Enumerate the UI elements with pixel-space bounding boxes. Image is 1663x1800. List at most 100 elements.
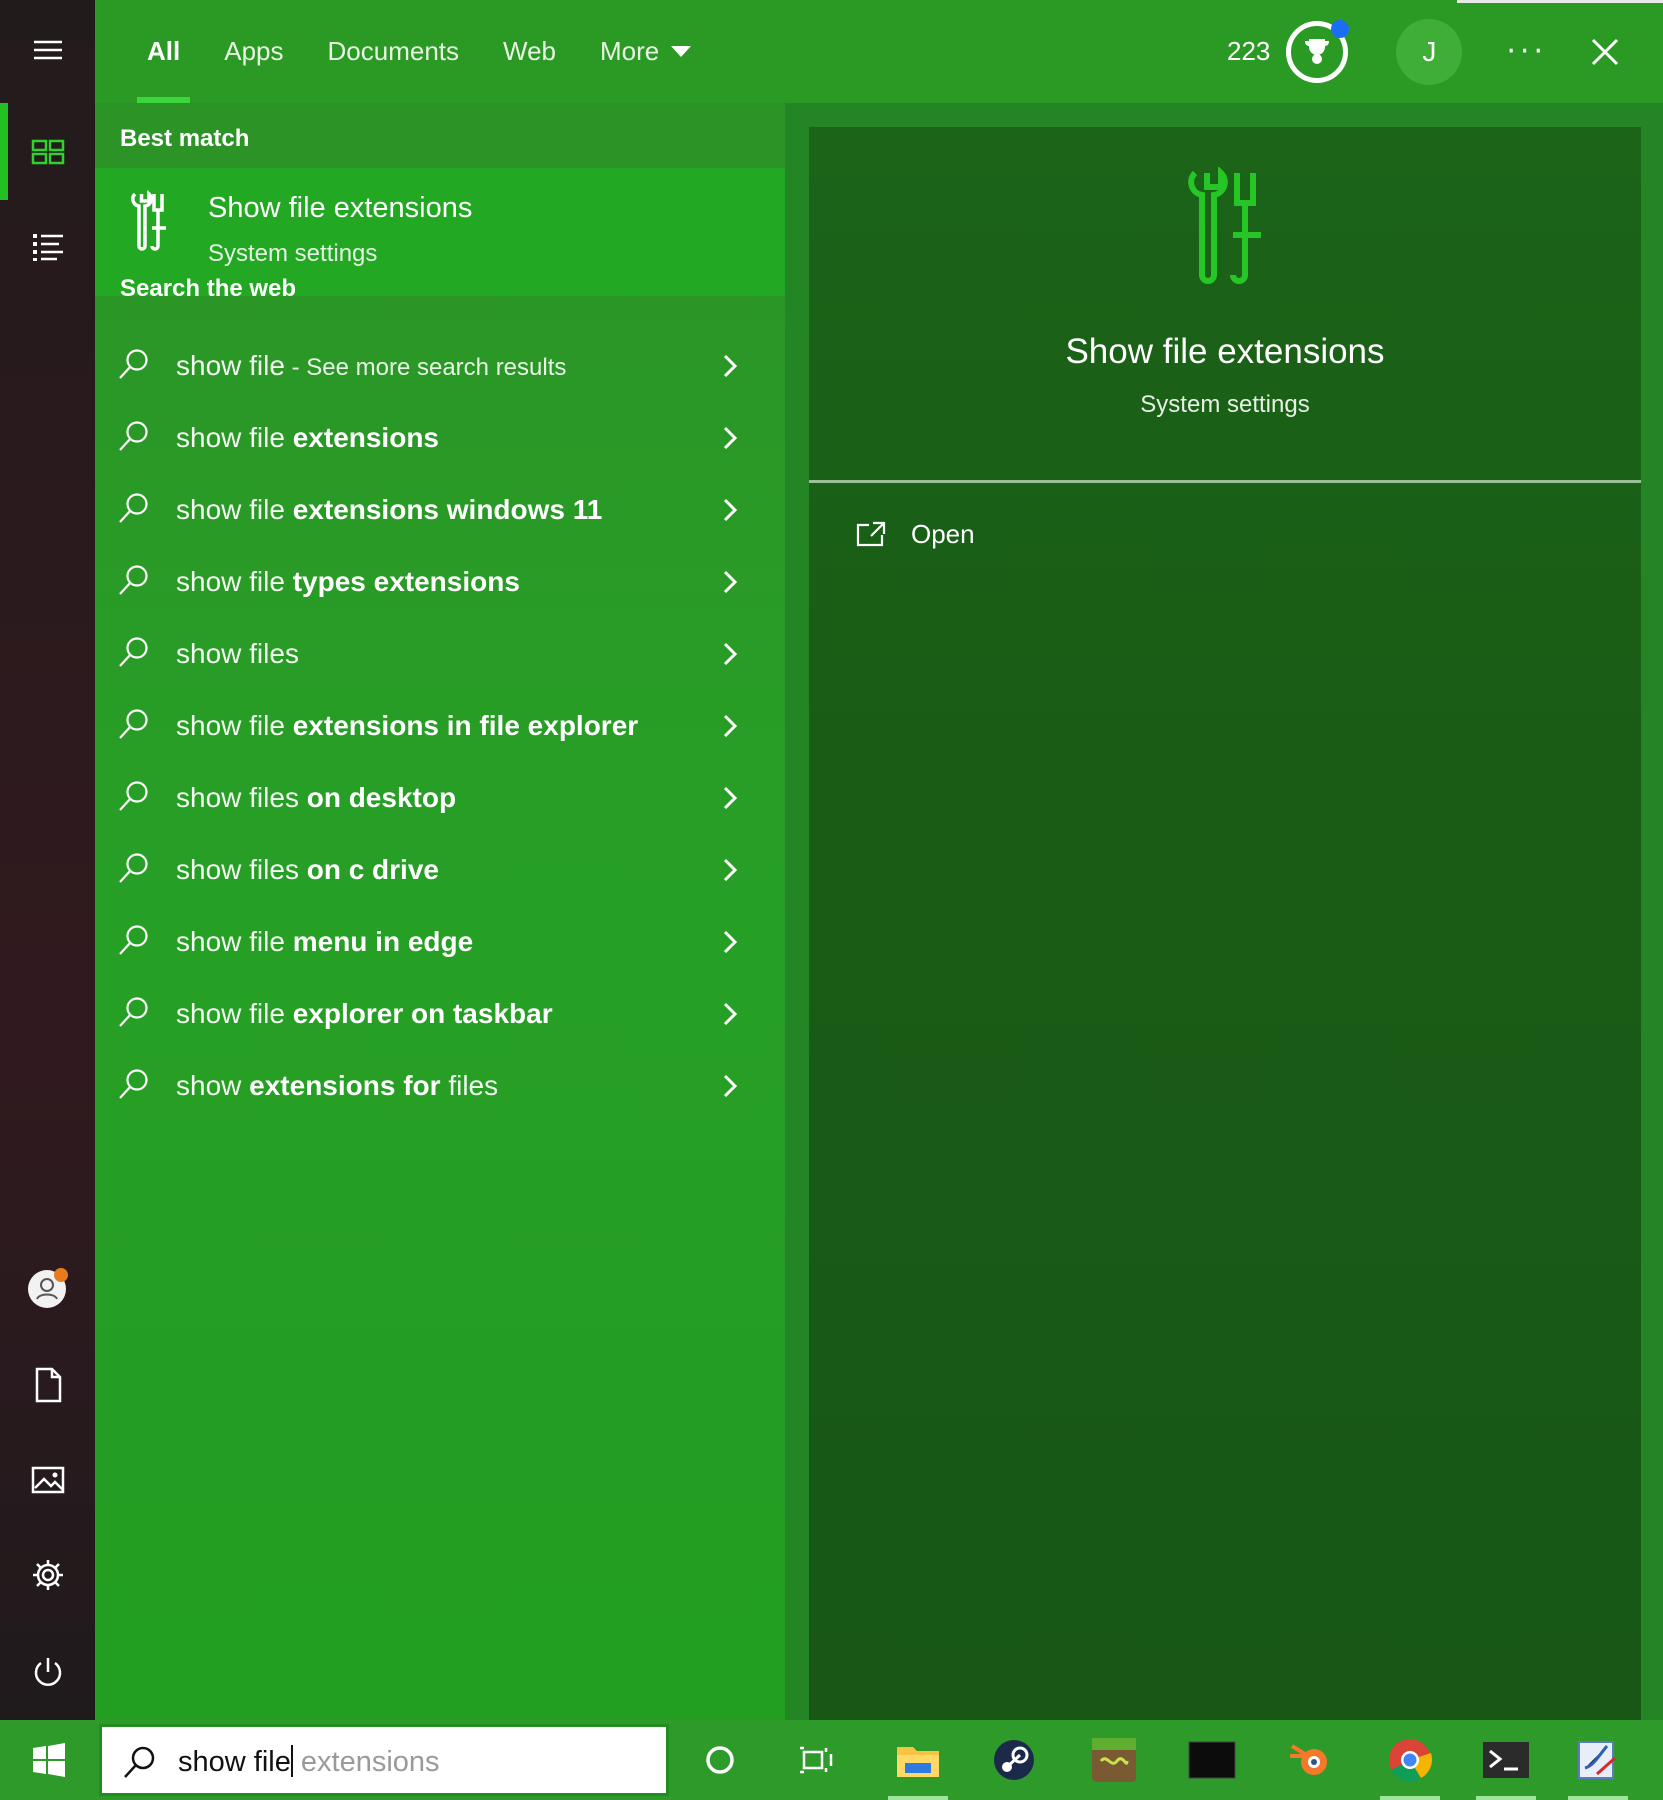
web-result-item[interactable]: show file menu in edge bbox=[95, 906, 785, 978]
results-pane: Best match Show file extensions System s… bbox=[95, 103, 785, 1720]
preview-subtitle: System settings bbox=[1140, 391, 1310, 418]
chevron-right-icon[interactable] bbox=[720, 928, 740, 956]
steam-icon[interactable] bbox=[966, 1720, 1062, 1800]
running-indicator bbox=[1476, 1796, 1536, 1800]
web-result-item[interactable]: show files on desktop bbox=[95, 762, 785, 834]
tab-label: Documents bbox=[327, 36, 460, 66]
tab-documents[interactable]: Documents bbox=[306, 0, 482, 103]
search-icon bbox=[119, 781, 148, 811]
settings-tools-icon bbox=[809, 167, 1641, 289]
open-action[interactable]: Open bbox=[855, 519, 975, 550]
power-icon[interactable] bbox=[0, 1632, 95, 1712]
suggestion-bold-text: types extensions bbox=[292, 566, 520, 597]
tab-all[interactable]: All bbox=[125, 0, 202, 103]
tab-label: More bbox=[600, 36, 660, 66]
chevron-right-icon[interactable] bbox=[720, 568, 740, 596]
web-result-item[interactable]: show file - See more search results bbox=[95, 330, 785, 402]
web-result-text: show file extensions windows 11 bbox=[176, 494, 602, 526]
search-icon bbox=[119, 1069, 148, 1099]
preview-pane: Show file extensions System settings Ope… bbox=[785, 103, 1663, 1720]
account-icon[interactable] bbox=[0, 1248, 95, 1328]
chevron-right-icon[interactable] bbox=[720, 352, 740, 380]
task-view-icon[interactable] bbox=[768, 1720, 864, 1800]
windows-start-icon[interactable] bbox=[0, 1720, 97, 1800]
chevron-right-icon[interactable] bbox=[720, 1072, 740, 1100]
search-icon bbox=[119, 421, 148, 451]
minecraft-icon[interactable] bbox=[1066, 1720, 1162, 1800]
tab-apps[interactable]: Apps bbox=[202, 0, 305, 103]
cortana-icon[interactable] bbox=[672, 1720, 768, 1800]
divider bbox=[809, 480, 1641, 483]
suggestion-bold-text: extensions for bbox=[249, 1070, 441, 1101]
tab-label: Apps bbox=[224, 36, 284, 66]
search-icon bbox=[119, 925, 148, 955]
taskbar: show file extensions bbox=[0, 1720, 1663, 1800]
search-icon bbox=[119, 565, 148, 595]
search-icon bbox=[119, 997, 148, 1027]
suggestion-bold-text: on c drive bbox=[306, 854, 439, 885]
suggestion-bold-text: extensions bbox=[292, 422, 439, 453]
preview-card: Show file extensions System settings Ope… bbox=[809, 127, 1641, 1720]
search-icon bbox=[119, 853, 148, 883]
web-result-item[interactable]: show file explorer on taskbar bbox=[95, 978, 785, 1050]
query-tail-text: files bbox=[440, 1070, 499, 1101]
query-text: show bbox=[176, 1070, 250, 1101]
web-result-item[interactable]: show files on c drive bbox=[95, 834, 785, 906]
web-result-text: show file menu in edge bbox=[176, 926, 473, 958]
suggestion-bold-text: on desktop bbox=[306, 782, 457, 813]
search-icon bbox=[119, 637, 148, 667]
open-external-icon bbox=[856, 521, 886, 546]
web-result-text: show files bbox=[176, 638, 299, 670]
terminal-black-icon[interactable] bbox=[1164, 1720, 1260, 1800]
chevron-right-icon[interactable] bbox=[720, 784, 740, 812]
search-panel: All Apps Documents Web More 223 J ··· Be… bbox=[95, 0, 1663, 1720]
chrome-icon[interactable] bbox=[1362, 1720, 1458, 1800]
document-icon[interactable] bbox=[0, 1345, 95, 1425]
chevron-right-icon[interactable] bbox=[720, 856, 740, 884]
chevron-right-icon[interactable] bbox=[720, 640, 740, 668]
trophy-icon[interactable] bbox=[1286, 19, 1350, 83]
web-results-list: show file - See more search results show … bbox=[95, 330, 785, 1122]
hamburger-icon[interactable] bbox=[0, 10, 95, 90]
navigation-rail bbox=[0, 0, 95, 1720]
settings-gear-icon[interactable] bbox=[0, 1535, 95, 1615]
chevron-right-icon[interactable] bbox=[720, 1000, 740, 1028]
web-result-item[interactable]: show files bbox=[95, 618, 785, 690]
best-match-subtitle: System settings bbox=[208, 240, 378, 267]
tab-web[interactable]: Web bbox=[481, 0, 578, 103]
chevron-right-icon[interactable] bbox=[720, 496, 740, 524]
file-explorer-icon[interactable] bbox=[870, 1720, 966, 1800]
home-grid-icon[interactable] bbox=[0, 112, 95, 192]
list-icon[interactable] bbox=[0, 207, 95, 287]
web-result-text: show files on desktop bbox=[176, 782, 456, 814]
query-text: show file bbox=[176, 998, 293, 1029]
web-result-item[interactable]: show file types extensions bbox=[95, 546, 785, 618]
user-avatar[interactable]: J bbox=[1396, 18, 1463, 85]
search-icon bbox=[124, 1746, 155, 1778]
blender-icon[interactable] bbox=[1262, 1720, 1358, 1800]
paint-icon[interactable] bbox=[1550, 1720, 1646, 1800]
web-result-text: show file explorer on taskbar bbox=[176, 998, 553, 1030]
settings-tools-icon bbox=[131, 190, 166, 251]
search-icon bbox=[119, 493, 148, 523]
query-text: show file bbox=[176, 926, 293, 957]
suggestion-bold-text: explorer on taskbar bbox=[292, 998, 553, 1029]
notification-dot bbox=[1331, 19, 1350, 38]
filter-tabs: All Apps Documents Web More bbox=[125, 0, 713, 103]
web-result-text: show extensions for files bbox=[176, 1070, 498, 1102]
rewards-points: 223 bbox=[1227, 36, 1271, 66]
more-options-icon[interactable]: ··· bbox=[1506, 34, 1547, 69]
web-result-item[interactable]: show extensions for files bbox=[95, 1050, 785, 1122]
web-result-item[interactable]: show file extensions in file explorer bbox=[95, 690, 785, 762]
running-indicator bbox=[888, 1796, 948, 1800]
web-result-item[interactable]: show file extensions windows 11 bbox=[95, 474, 785, 546]
chevron-right-icon[interactable] bbox=[720, 424, 740, 452]
taskbar-search-box[interactable]: show file extensions bbox=[99, 1724, 669, 1796]
running-indicator bbox=[1380, 1796, 1440, 1800]
powershell-icon[interactable] bbox=[1458, 1720, 1554, 1800]
web-result-item[interactable]: show file extensions bbox=[95, 402, 785, 474]
chevron-right-icon[interactable] bbox=[720, 712, 740, 740]
tab-more[interactable]: More bbox=[578, 0, 713, 103]
close-icon[interactable] bbox=[1585, 32, 1625, 72]
pictures-icon[interactable] bbox=[0, 1440, 95, 1520]
